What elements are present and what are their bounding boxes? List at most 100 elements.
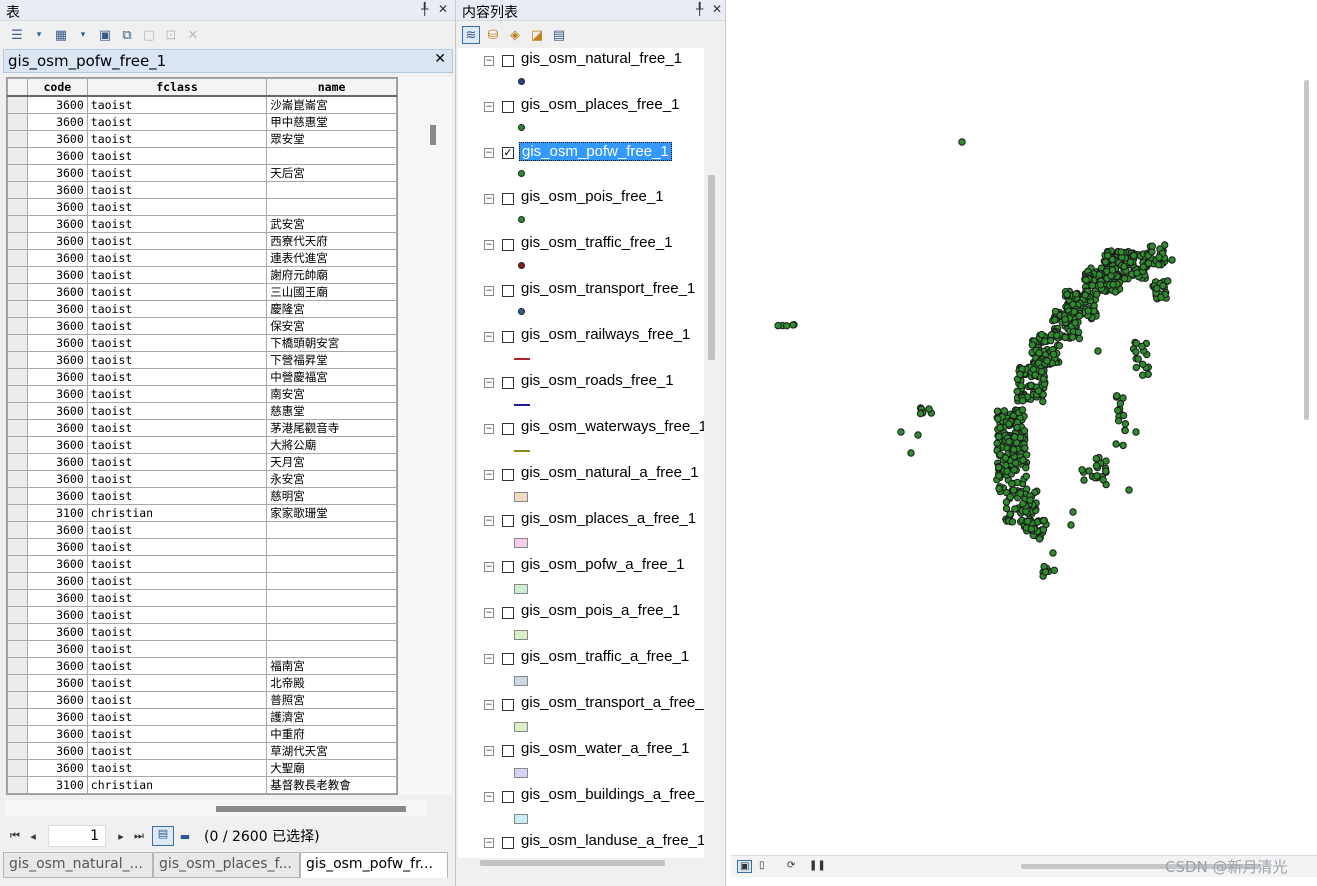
pofw-point[interactable] xyxy=(1000,407,1008,415)
cell-code[interactable]: 3100 xyxy=(26,503,88,522)
layer-item[interactable]: − gis_osm_transport_free_1 xyxy=(458,278,704,324)
cell-code[interactable]: 3100 xyxy=(26,775,88,794)
layer-visibility-checkbox[interactable] xyxy=(502,331,514,343)
cell-fclass[interactable]: taoist xyxy=(86,469,268,488)
pofw-point[interactable] xyxy=(1017,382,1025,390)
pofw-point[interactable] xyxy=(1144,259,1153,267)
layer-visibility-checkbox[interactable] xyxy=(502,837,514,849)
pofw-point[interactable] xyxy=(1168,256,1176,264)
table-row[interactable]: 3600 taoist 大聖廟 xyxy=(7,758,397,777)
cell-name[interactable]: 三山國王廟 xyxy=(266,282,397,301)
pofw-point[interactable] xyxy=(1082,276,1090,284)
layer-item[interactable]: − gis_osm_pois_free_1 xyxy=(458,186,704,232)
pofw-point[interactable] xyxy=(1096,281,1105,289)
pofw-point[interactable] xyxy=(1008,480,1016,488)
cell-code[interactable]: 3600 xyxy=(26,554,88,573)
cell-name[interactable]: 天月宮 xyxy=(266,452,397,471)
pofw-point[interactable] xyxy=(1068,333,1077,341)
layer-item[interactable]: − gis_osm_natural_free_1 xyxy=(458,48,704,94)
pofw-point[interactable] xyxy=(1095,271,1103,279)
cell-name[interactable] xyxy=(266,554,397,573)
table-row[interactable]: 3600 taoist 三山國王廟 xyxy=(7,282,397,301)
row-selector[interactable] xyxy=(7,690,28,709)
collapse-icon[interactable]: − xyxy=(484,608,494,618)
collapse-icon[interactable]: − xyxy=(484,56,494,66)
pofw-point[interactable] xyxy=(1053,331,1061,340)
layer-name[interactable]: gis_osm_traffic_free_1 xyxy=(519,234,674,251)
cell-code[interactable]: 3600 xyxy=(26,605,88,624)
cell-fclass[interactable]: taoist xyxy=(86,588,268,607)
layer-item[interactable]: − gis_osm_places_free_1 xyxy=(458,94,704,140)
cell-name[interactable]: 連表代進宮 xyxy=(266,248,397,267)
pofw-point[interactable] xyxy=(783,322,791,330)
table-row[interactable]: 3600 taoist 南安宮 xyxy=(7,384,397,403)
pofw-point[interactable] xyxy=(995,472,1003,480)
pofw-point[interactable] xyxy=(1063,290,1071,299)
pofw-point[interactable] xyxy=(1038,330,1046,339)
cell-name[interactable]: 南安宮 xyxy=(266,384,397,403)
pofw-point[interactable] xyxy=(1081,291,1089,299)
close-icon[interactable]: ✕ xyxy=(438,2,448,16)
pofw-point[interactable] xyxy=(1018,406,1027,414)
cell-fclass[interactable]: taoist xyxy=(86,452,268,471)
layer-item[interactable]: − gis_osm_waterways_free_1 xyxy=(458,416,704,462)
layer-name[interactable]: gis_osm_natural_a_free_1 xyxy=(519,464,701,481)
map-canvas[interactable] xyxy=(731,0,1317,855)
pofw-point[interactable] xyxy=(996,424,1004,432)
layer-item[interactable]: − gis_osm_pois_a_free_1 xyxy=(458,600,704,646)
row-selector[interactable] xyxy=(7,452,28,471)
refresh-icon[interactable]: ⟳ xyxy=(787,860,795,871)
cell-fclass[interactable]: taoist xyxy=(86,163,268,182)
table-row[interactable]: 3600 taoist 中營慶福宮 xyxy=(7,367,397,386)
row-selector[interactable] xyxy=(7,775,28,794)
first-record-icon[interactable]: ⏮ xyxy=(6,829,24,843)
pofw-point[interactable] xyxy=(1001,454,1010,462)
layer-name[interactable]: gis_osm_pofw_a_free_1 xyxy=(519,556,686,573)
table-row[interactable]: 3600 taoist xyxy=(7,180,397,199)
collapse-icon[interactable]: − xyxy=(484,240,494,250)
layer-name[interactable]: gis_osm_buildings_a_free_1 xyxy=(519,786,704,803)
data-view-icon[interactable]: ▣ xyxy=(737,860,753,873)
cell-fclass[interactable]: taoist xyxy=(86,673,268,692)
pofw-point[interactable] xyxy=(1139,371,1147,379)
row-selector[interactable] xyxy=(7,214,28,233)
cell-code[interactable]: 3600 xyxy=(26,622,88,641)
row-selector[interactable] xyxy=(7,265,28,284)
pofw-point[interactable] xyxy=(1049,549,1057,557)
pofw-point[interactable] xyxy=(1132,348,1140,356)
layer-name[interactable]: gis_osm_water_a_free_1 xyxy=(519,740,691,757)
pofw-point[interactable] xyxy=(1093,290,1101,298)
layer-name[interactable]: gis_osm_transport_free_1 xyxy=(519,280,697,297)
cell-fclass[interactable]: christian xyxy=(86,503,268,522)
pofw-point[interactable] xyxy=(1132,363,1140,372)
pofw-point[interactable] xyxy=(1031,371,1039,379)
layer-name[interactable]: gis_osm_roads_free_1 xyxy=(519,372,676,389)
pofw-point[interactable] xyxy=(1024,517,1032,526)
layout-view-icon[interactable]: ▯ xyxy=(759,860,765,871)
cell-code[interactable]: 3600 xyxy=(26,333,88,352)
map-view[interactable]: ▣ ▯ ⟳ ❚❚ CSDN @新月清光 xyxy=(731,0,1317,886)
cell-code[interactable]: 3600 xyxy=(26,452,88,471)
layer-name[interactable]: gis_osm_pofw_free_1 xyxy=(519,142,672,161)
cell-name[interactable]: 大將公廟 xyxy=(266,435,397,454)
cell-fclass[interactable]: taoist xyxy=(86,214,268,233)
row-selector[interactable] xyxy=(7,112,28,131)
pofw-point[interactable] xyxy=(1069,508,1077,516)
collapse-icon[interactable]: − xyxy=(484,792,494,802)
layer-name[interactable]: gis_osm_natural_free_1 xyxy=(519,50,684,67)
pofw-point[interactable] xyxy=(1119,441,1127,450)
pofw-point[interactable] xyxy=(994,415,1002,423)
table-row[interactable]: 3600 taoist 沙崙崑崙宮 xyxy=(7,95,397,114)
pofw-point[interactable] xyxy=(1094,347,1102,355)
pofw-point[interactable] xyxy=(1104,251,1112,260)
list-by-visibility-icon[interactable]: ◈ xyxy=(506,26,524,44)
pofw-point[interactable] xyxy=(1006,510,1014,518)
collapse-icon[interactable]: − xyxy=(484,838,494,848)
cell-name[interactable] xyxy=(266,588,397,607)
layer-visibility-checkbox[interactable] xyxy=(502,607,514,619)
related-tables-icon[interactable]: ▦ xyxy=(52,26,70,44)
row-selector[interactable] xyxy=(7,163,28,182)
cell-name[interactable] xyxy=(266,639,397,658)
cell-fclass[interactable]: taoist xyxy=(86,554,268,573)
pofw-point[interactable] xyxy=(1055,342,1064,350)
